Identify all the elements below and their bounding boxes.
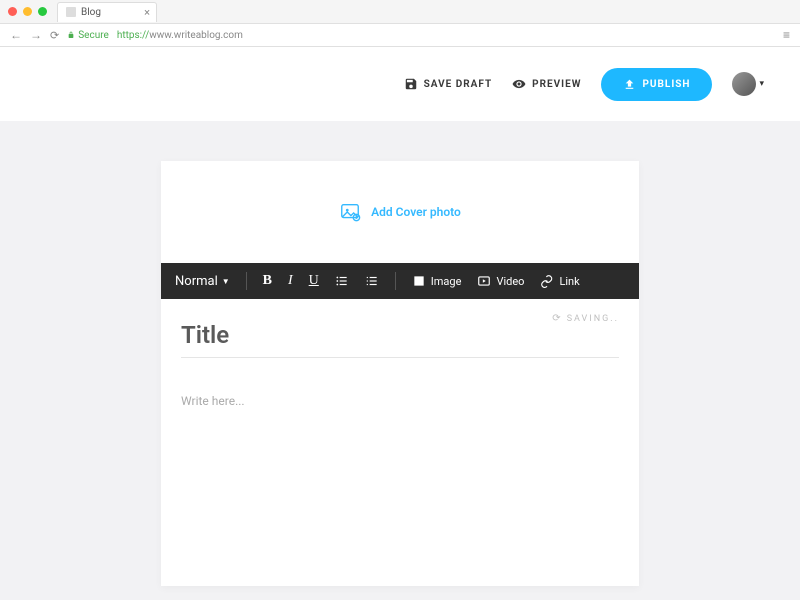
nav-forward-icon[interactable]: →	[30, 28, 42, 42]
editor-card: Add Cover photo Normal ▼ B I U Image Vid…	[161, 161, 639, 586]
tab-favicon-icon	[66, 7, 76, 17]
numbered-list-icon	[365, 274, 379, 288]
window-minimize-icon[interactable]	[23, 7, 32, 16]
eye-icon	[512, 77, 526, 91]
save-draft-label: SAVE DRAFT	[424, 79, 493, 90]
user-menu[interactable]: ▾	[732, 72, 764, 96]
window-controls	[8, 7, 47, 16]
editor-toolbar: Normal ▼ B I U Image Video Link	[161, 263, 639, 299]
insert-link-button[interactable]: Link	[540, 274, 579, 288]
insert-image-button[interactable]: Image	[412, 274, 462, 288]
insert-video-button[interactable]: Video	[477, 274, 524, 288]
toolbar-divider	[246, 272, 247, 290]
italic-button[interactable]: I	[288, 273, 293, 289]
spinner-icon: ⟳	[552, 313, 562, 324]
lock-icon	[67, 31, 75, 39]
tab-title: Blog	[81, 7, 101, 18]
link-icon	[540, 274, 554, 288]
numbered-list-button[interactable]	[365, 274, 379, 288]
browser-url-bar: ← → ⟳ Secure https://www.writeablog.com …	[0, 24, 800, 46]
url-text[interactable]: https://www.writeablog.com	[117, 30, 243, 41]
format-select-label: Normal	[175, 274, 218, 289]
publish-button[interactable]: PUBLISH	[601, 68, 712, 101]
browser-chrome: Blog × ← → ⟳ Secure https://www.writeabl…	[0, 0, 800, 47]
add-cover-label: Add Cover photo	[371, 205, 461, 219]
save-draft-button[interactable]: SAVE DRAFT	[404, 77, 493, 91]
browser-menu-icon[interactable]: ≡	[783, 28, 790, 42]
preview-label: PREVIEW	[532, 79, 581, 90]
saving-indicator: ⟳ SAVING..	[552, 313, 619, 324]
video-icon	[477, 274, 491, 288]
window-close-icon[interactable]	[8, 7, 17, 16]
bullet-list-icon	[335, 274, 349, 288]
title-area: ⟳ SAVING..	[161, 299, 639, 366]
upload-icon	[623, 78, 636, 91]
image-icon	[339, 201, 361, 223]
chevron-down-icon: ▾	[759, 79, 764, 89]
browser-tab-bar: Blog ×	[0, 0, 800, 24]
app-header: SAVE DRAFT PREVIEW PUBLISH ▾	[0, 47, 800, 121]
nav-back-icon[interactable]: ←	[10, 28, 22, 42]
browser-tab[interactable]: Blog ×	[57, 2, 157, 22]
underline-button[interactable]: U	[309, 273, 319, 289]
secure-badge: Secure	[67, 30, 109, 41]
save-icon	[404, 77, 418, 91]
body-area	[161, 366, 639, 586]
chevron-down-icon: ▼	[222, 277, 230, 286]
toolbar-divider	[395, 272, 396, 290]
image-icon	[412, 274, 426, 288]
format-select[interactable]: Normal ▼	[175, 274, 230, 289]
preview-button[interactable]: PREVIEW	[512, 77, 581, 91]
bold-button[interactable]: B	[263, 273, 272, 289]
body-input[interactable]	[181, 394, 619, 562]
avatar	[732, 72, 756, 96]
publish-label: PUBLISH	[642, 79, 690, 90]
add-cover-button[interactable]: Add Cover photo	[161, 161, 639, 263]
window-zoom-icon[interactable]	[38, 7, 47, 16]
nav-refresh-icon[interactable]: ⟳	[50, 29, 59, 42]
bullet-list-button[interactable]	[335, 274, 349, 288]
tab-close-icon[interactable]: ×	[144, 6, 150, 19]
